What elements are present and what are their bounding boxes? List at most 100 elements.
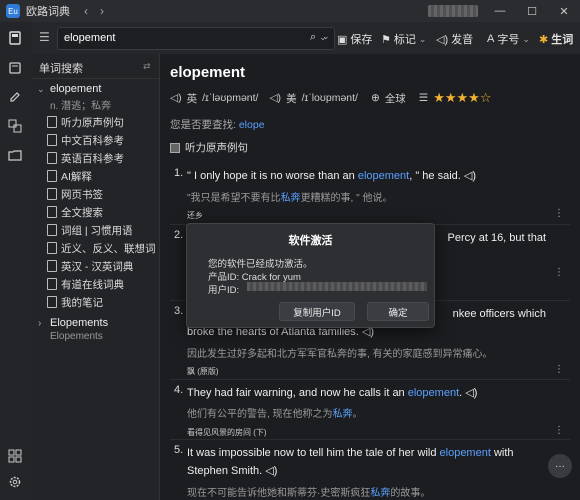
sidebar-section-item[interactable]: 有道在线词典 [47, 276, 124, 292]
fontsize-button[interactable]: A 字号 ⌄ [487, 31, 530, 47]
star-icon: ★ [444, 90, 457, 105]
menu-list-icon[interactable]: ☰ [39, 30, 50, 44]
more-dots-icon[interactable]: ⋮ [554, 267, 564, 278]
entry-sub-2: Elopements [50, 331, 103, 342]
uk-phonetic: /ɪˈləʊpmənt/ [202, 92, 259, 104]
forward-arrow-icon[interactable]: › [100, 4, 104, 18]
settings-gear-icon[interactable] [7, 474, 23, 490]
tag-label: 标记 [393, 34, 416, 46]
more-dots-icon[interactable]: ⋮ [554, 208, 564, 219]
app-logo: Eu [6, 4, 20, 18]
save-icon: ▣ [337, 33, 348, 46]
example-en-line2: Stephen Smith. ◁) [187, 465, 278, 477]
section-title: 听力原声例句 [185, 142, 248, 154]
document-icon [47, 278, 57, 290]
example-number: 5. [174, 444, 184, 456]
section-checkbox[interactable] [170, 142, 180, 153]
section-header[interactable]: 听力原声例句 [170, 140, 248, 155]
speaker-us-icon[interactable]: ◁) [269, 92, 281, 104]
folder-icon[interactable] [7, 147, 23, 163]
example-source[interactable]: 还乡 [187, 210, 203, 221]
globe-icon[interactable]: ⊕ [371, 92, 380, 104]
sidebar-section-label: 听力原声例句 [61, 116, 124, 129]
example-source[interactable]: 看得见风景的房间 (下) [187, 427, 267, 438]
entry-word-2: Elopements [50, 317, 109, 329]
global-label[interactable]: 全球 [385, 91, 406, 106]
star-rating: ★★★★☆ [433, 90, 491, 106]
sidebar-section-item[interactable]: 近义、反义、联想词 [47, 240, 156, 256]
sidebar-section-item[interactable]: 英语百科参考 [47, 150, 124, 166]
sidebar-section-item[interactable]: 中文百科参考 [47, 132, 124, 148]
example-en: They had fair warning, and now he calls … [187, 387, 478, 399]
pronounce-button[interactable]: ◁) 发音 [436, 31, 473, 47]
document-icon [47, 206, 57, 218]
dialog-message: 您的软件已经成功激活。 [208, 259, 313, 270]
chat-bubble-icon[interactable]: ··· [548, 454, 572, 478]
redacted-user-area [428, 5, 478, 17]
list-icon: ☰ [418, 92, 429, 104]
example-zh: 他们有公平的警告, 现在他称之为私奔。 [187, 409, 363, 420]
example-number: 1. [174, 167, 184, 179]
expand-chevron-icon[interactable]: ⌄ [37, 84, 45, 95]
document-icon [47, 224, 57, 236]
dictionary-icon[interactable] [7, 30, 23, 46]
more-dots-icon[interactable]: ⋮ [554, 364, 564, 375]
translate-icon[interactable] [7, 118, 23, 134]
apps-grid-icon[interactable] [7, 448, 23, 464]
sidebar-section-item[interactable]: 词组 | 习惯用语 [47, 222, 133, 238]
save-label: 保存 [350, 34, 373, 46]
uk-label: 英 [186, 92, 198, 105]
vocab-label: 生词 [551, 34, 574, 46]
example-zh: "我只是希望不要有比私奔更糟糕的事, " 他说。 [187, 193, 393, 204]
speaker-uk-icon[interactable]: ◁) [170, 92, 182, 104]
vocab-button[interactable]: ✱ 生词 [539, 31, 573, 47]
sidebar-toggle-icon[interactable]: ⇄ [143, 61, 151, 72]
sidebar-section-item[interactable]: 听力原声例句 [47, 114, 124, 130]
example-en: " I only hope it is no worse than an elo… [187, 170, 477, 182]
close-button[interactable]: ✕ [548, 2, 580, 20]
sidebar-section-item[interactable]: AI解释 [47, 168, 92, 184]
save-button[interactable]: ▣ 保存 [337, 31, 372, 47]
fontsize-label: 字号 [497, 34, 520, 46]
sidebar-section-label: 近义、反义、联想词 [61, 242, 156, 255]
copy-user-id-button[interactable]: 复制用户ID [279, 302, 355, 321]
document-icon [47, 188, 57, 200]
document-icon [47, 242, 57, 254]
minimize-button[interactable]: — [484, 2, 516, 20]
suggest-link[interactable]: elope [239, 119, 265, 131]
sidebar-section-label: 网页书签 [61, 188, 103, 201]
collapse-chevron-icon[interactable]: › [38, 318, 41, 329]
entry-definition: n. 潜逃；私奔 [50, 101, 112, 112]
more-dots-icon[interactable]: ⋮ [554, 425, 564, 436]
speaker-icon[interactable]: ◁) [265, 465, 277, 477]
title-bar: Eu 欧路词典 ‹ › — ☐ ✕ [0, 0, 580, 22]
dialog-title: 软件激活 [288, 235, 333, 247]
book-icon[interactable] [7, 60, 23, 76]
maximize-button[interactable]: ☐ [516, 2, 548, 20]
user-id-label: 用户ID: [208, 285, 240, 296]
speaker-icon[interactable]: ◁) [464, 170, 476, 182]
search-box[interactable]: ⌄ [57, 27, 335, 50]
sidebar-section-label: 英汉 - 汉英词典 [61, 260, 134, 273]
redacted-user-id [247, 282, 427, 291]
font-size-icon: A [487, 33, 495, 45]
edit-icon[interactable] [7, 89, 23, 105]
sidebar-section-item[interactable]: 英汉 - 汉英词典 [47, 258, 133, 274]
sidebar-section-item[interactable]: 网页书签 [47, 186, 103, 202]
sidebar-section-label: 有道在线词典 [61, 278, 124, 291]
example-source[interactable]: 飘 (原版) [187, 366, 219, 377]
speaker-icon[interactable]: ◁) [465, 387, 477, 399]
sidebar-section-item[interactable]: 我的笔记 [47, 294, 103, 310]
sidebar-section-label: AI解释 [61, 170, 92, 183]
search-input[interactable] [64, 30, 284, 46]
sidebar-section-item[interactable]: 全文搜索 [47, 204, 103, 220]
tag-button[interactable]: ⚑ 标记 ⌄ [381, 31, 426, 47]
ok-button[interactable]: 确定 [367, 302, 429, 321]
back-arrow-icon[interactable]: ‹ [84, 4, 88, 18]
search-button[interactable]: ⌕ ⌄ [310, 31, 327, 44]
example-number: 4. [174, 384, 184, 396]
suggestion: 您是否要查找: elope [170, 117, 265, 132]
pronounce-label: 发音 [451, 34, 474, 46]
document-icon [47, 152, 57, 164]
example-zh: 现在不可能告诉他她和斯蒂芬·史密斯疯狂私奔的故事。 [187, 488, 431, 499]
